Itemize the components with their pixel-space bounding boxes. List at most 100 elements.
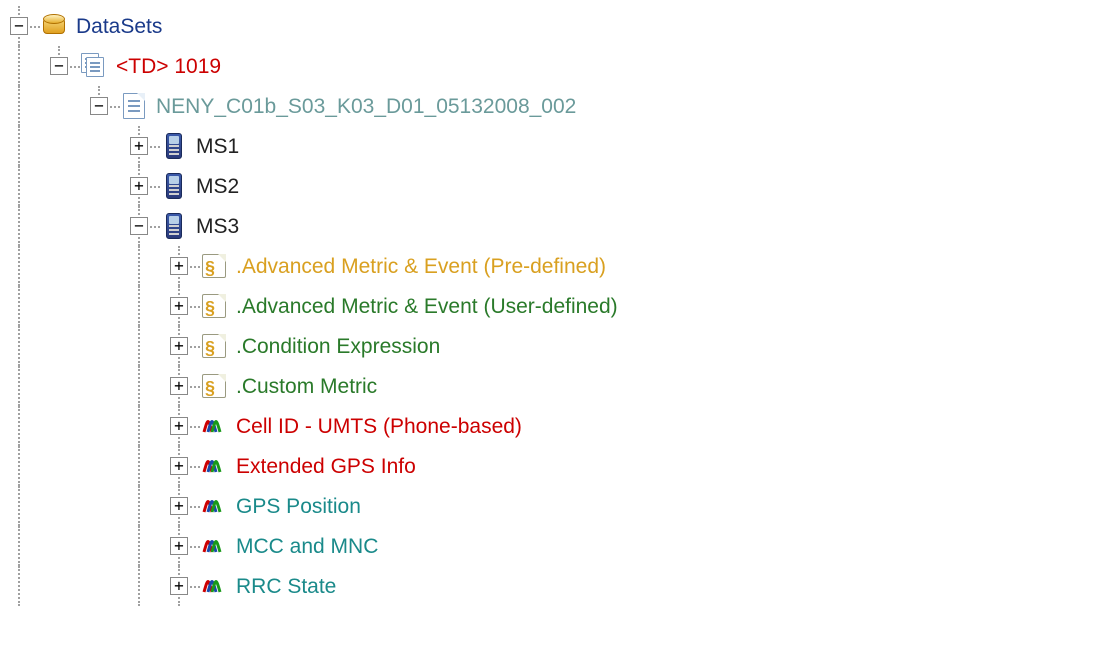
tree-connector <box>160 286 200 326</box>
tree-connector <box>40 326 80 366</box>
tree-connector <box>80 366 120 406</box>
phone-icon <box>160 212 188 240</box>
tree-label: MCC and MNC <box>236 534 378 559</box>
tree-connector <box>80 406 120 446</box>
tree-connector <box>0 46 40 86</box>
expand-icon[interactable] <box>170 457 188 475</box>
document-icon <box>120 92 148 120</box>
tree-connector <box>120 206 160 246</box>
collapse-icon[interactable] <box>90 97 108 115</box>
tree-connector <box>40 246 80 286</box>
tree-connector <box>120 406 160 446</box>
tree-connector <box>40 446 80 486</box>
tree-connector <box>40 166 80 206</box>
tree-connector <box>120 286 160 326</box>
tree-label: .Condition Expression <box>236 334 440 359</box>
tree-connector <box>40 86 80 126</box>
tree-item[interactable]: .Advanced Metric & Event (Pre-defined) <box>0 246 1095 286</box>
tree-connector <box>120 246 160 286</box>
expand-icon[interactable] <box>170 577 188 595</box>
tree-connector <box>160 326 200 366</box>
tree-connector <box>40 566 80 606</box>
tree-item[interactable]: MCC and MNC <box>0 526 1095 566</box>
expand-icon[interactable] <box>130 177 148 195</box>
tree-connector <box>0 166 40 206</box>
tree-connector <box>160 406 200 446</box>
tree-connector <box>0 126 40 166</box>
tree-label: DataSets <box>76 14 162 39</box>
tree-connector <box>40 46 80 86</box>
expand-icon[interactable] <box>170 337 188 355</box>
tree-label: .Advanced Metric & Event (User-defined) <box>236 294 618 319</box>
expand-icon[interactable] <box>170 377 188 395</box>
script-icon <box>200 332 228 360</box>
tree-view: DataSets <TD> 1019 NENY_C01b_S03_K03_D01… <box>0 0 1095 606</box>
tree-connector <box>80 126 120 166</box>
expand-icon[interactable] <box>170 257 188 275</box>
script-icon <box>200 372 228 400</box>
tree-item[interactable]: RRC State <box>0 566 1095 606</box>
documents-icon <box>80 52 108 80</box>
expand-icon[interactable] <box>170 417 188 435</box>
tree-item[interactable]: Cell ID - UMTS (Phone-based) <box>0 406 1095 446</box>
tree-item[interactable]: GPS Position <box>0 486 1095 526</box>
tree-item[interactable]: .Condition Expression <box>0 326 1095 366</box>
tree-connector <box>0 406 40 446</box>
tree-connector <box>0 566 40 606</box>
collapse-icon[interactable] <box>10 17 28 35</box>
expand-icon[interactable] <box>170 297 188 315</box>
tree-connector <box>120 366 160 406</box>
tree-children-ms3: .Advanced Metric & Event (Pre-defined) .A… <box>0 246 1095 606</box>
tree-label: Cell ID - UMTS (Phone-based) <box>236 414 522 439</box>
script-icon <box>200 252 228 280</box>
tree-connector <box>0 6 40 46</box>
tree-connector <box>80 86 120 126</box>
tree-label: MS1 <box>196 134 239 159</box>
tree-connector <box>40 526 80 566</box>
tree-connector <box>160 366 200 406</box>
collapse-icon[interactable] <box>130 217 148 235</box>
tree-connector <box>0 486 40 526</box>
phone-icon <box>160 172 188 200</box>
tree-label: Extended GPS Info <box>236 454 416 479</box>
tree-label: .Custom Metric <box>236 374 377 399</box>
expand-icon[interactable] <box>130 137 148 155</box>
signal-icon <box>200 412 228 440</box>
tree-connector <box>0 206 40 246</box>
tree-item[interactable]: .Advanced Metric & Event (User-defined) <box>0 286 1095 326</box>
tree-connector <box>40 126 80 166</box>
tree-label: NENY_C01b_S03_K03_D01_05132008_002 <box>156 94 576 119</box>
tree-connector <box>80 326 120 366</box>
tree-connector <box>0 526 40 566</box>
tree-connector <box>80 246 120 286</box>
tree-item[interactable]: Extended GPS Info <box>0 446 1095 486</box>
tree-connector <box>80 206 120 246</box>
tree-item-ms2[interactable]: MS2 <box>0 166 1095 206</box>
tree-connector <box>80 286 120 326</box>
tree-item-ms3[interactable]: MS3 <box>0 206 1095 246</box>
tree-item-datasets[interactable]: DataSets <box>0 6 1095 46</box>
expand-icon[interactable] <box>170 497 188 515</box>
tree-item[interactable]: .Custom Metric <box>0 366 1095 406</box>
tree-item-td[interactable]: <TD> 1019 <box>0 46 1095 86</box>
tree-connector <box>0 286 40 326</box>
tree-label: GPS Position <box>236 494 361 519</box>
collapse-icon[interactable] <box>50 57 68 75</box>
expand-icon[interactable] <box>170 537 188 555</box>
tree-connector <box>80 446 120 486</box>
tree-connector <box>80 486 120 526</box>
tree-connector <box>120 566 160 606</box>
tree-item-ms1[interactable]: MS1 <box>0 126 1095 166</box>
tree-label: RRC State <box>236 574 336 599</box>
tree-connector <box>0 446 40 486</box>
tree-connector <box>120 486 160 526</box>
signal-icon <box>200 492 228 520</box>
tree-connector <box>40 206 80 246</box>
tree-label: <TD> 1019 <box>116 54 221 79</box>
tree-item-file[interactable]: NENY_C01b_S03_K03_D01_05132008_002 <box>0 86 1095 126</box>
tree-connector <box>80 166 120 206</box>
tree-connector <box>160 566 200 606</box>
tree-connector <box>0 366 40 406</box>
tree-label: .Advanced Metric & Event (Pre-defined) <box>236 254 606 279</box>
tree-connector <box>160 526 200 566</box>
